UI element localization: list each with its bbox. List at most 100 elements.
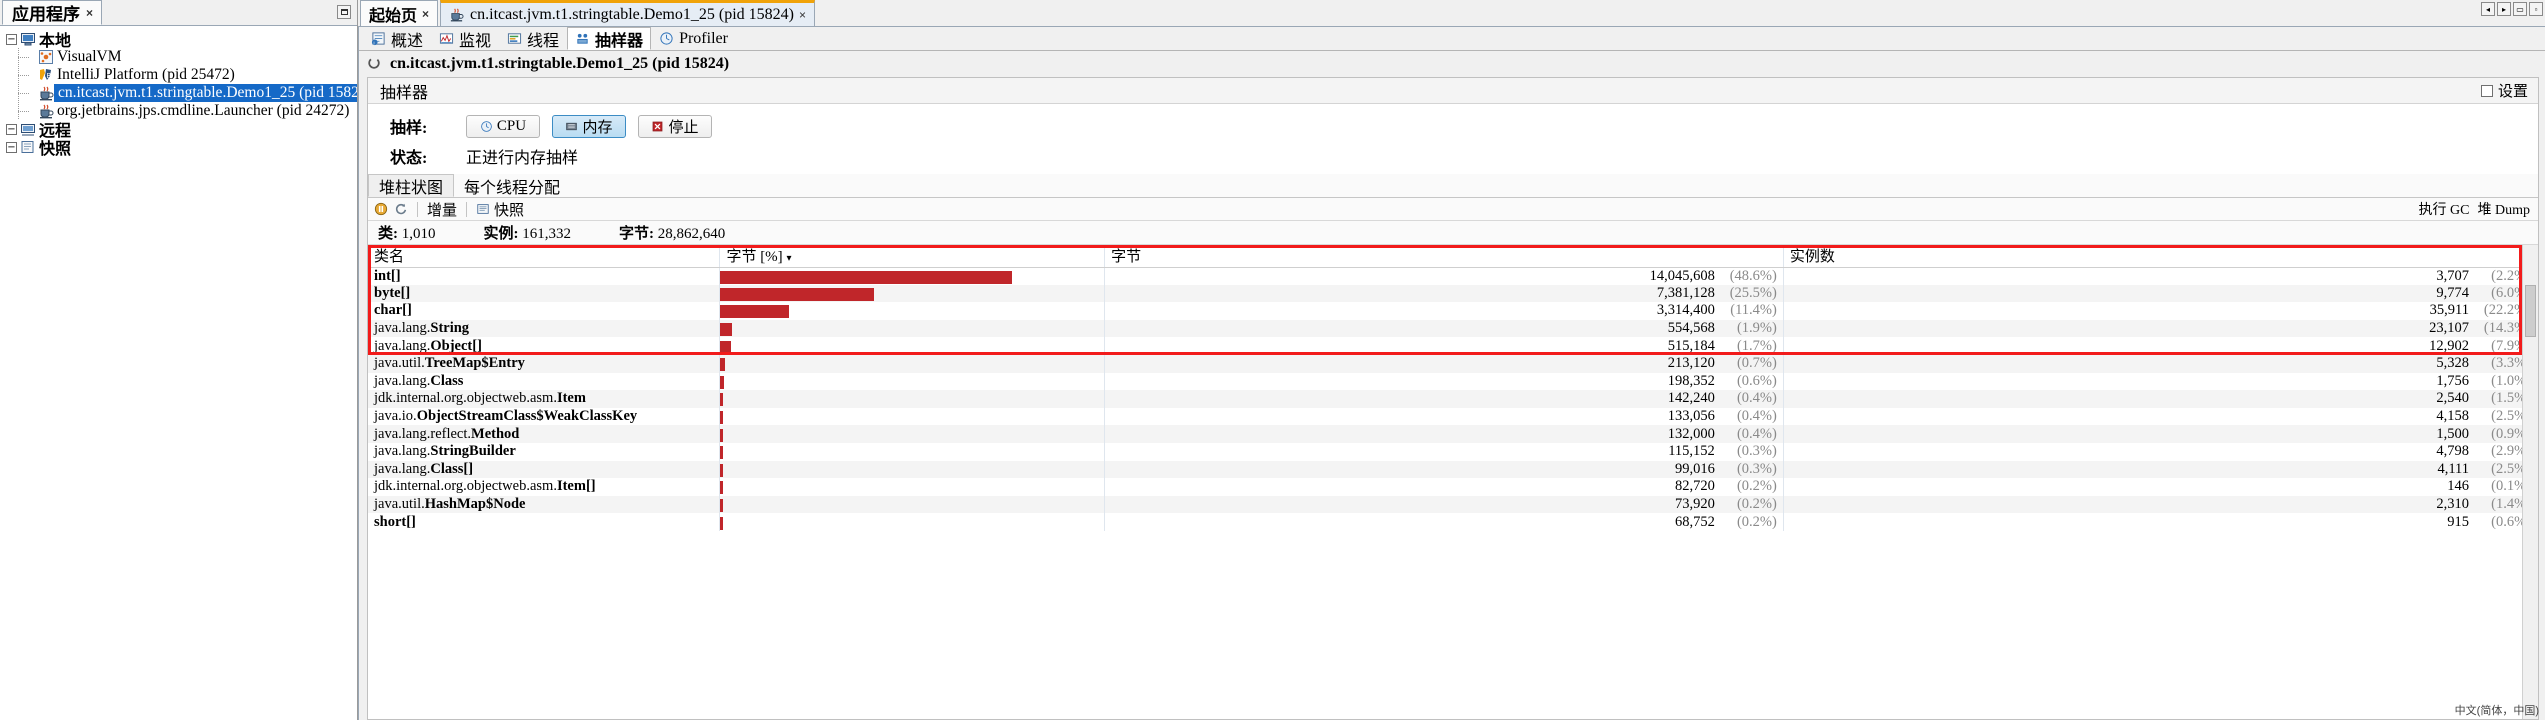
bytes-percent: (0.4%) — [1736, 425, 1777, 442]
subtab-monitor-label: 监视 — [459, 33, 492, 50]
heap-histogram-table-container[interactable]: 类名 字节 [%] ▾ 字节 实例数 int[] 14,045,608 (48.6%… — [368, 245, 2538, 719]
scroll-right-icon[interactable]: ▸ — [2497, 2, 2511, 16]
heap-histogram-table: 类名 字节 [%] ▾ 字节 实例数 int[] 14,045,608 (48.6%… — [368, 245, 2538, 531]
table-row[interactable]: java.lang.Object[] 515,184 (1.7%) 12,902 (7.… — [368, 337, 2538, 355]
class-simple-name: char[] — [374, 302, 412, 319]
tree-node-visualvm[interactable]: VisualVM — [2, 48, 357, 66]
heap-dump-button[interactable]: 堆 Dump — [2478, 199, 2531, 219]
cpu-sample-button[interactable]: CPU — [466, 114, 540, 138]
col-header-class-name-label: 类名 — [374, 249, 405, 266]
cell-bytes-bar — [719, 354, 1106, 373]
snapshot-button[interactable]: 快照 — [476, 199, 524, 220]
tree-node-snapshots[interactable]: − 快照 — [2, 138, 357, 158]
instances-value: 2,540 — [2436, 390, 2469, 407]
cell-instances: 23,107 (14.3%) — [1783, 319, 2538, 338]
maximize-icon[interactable]: ▭ — [2513, 2, 2527, 16]
table-row[interactable]: short[] 68,752 (0.2%) 915 (0.6%) — [368, 513, 2538, 531]
settings-toggle[interactable]: 设置 — [2480, 80, 2528, 101]
close-icon[interactable]: × — [799, 8, 806, 22]
settings-checkbox[interactable] — [2480, 84, 2493, 97]
bytes-value: 132,000 — [1667, 425, 1715, 442]
col-header-bytes[interactable]: 字节 — [1104, 245, 1784, 268]
cell-bytes: 7,381,128 (25.5%) — [1104, 284, 1784, 303]
class-package: java.lang. — [374, 443, 431, 460]
bytes-value: 3,314,400 — [1656, 302, 1715, 319]
scroll-left-icon[interactable]: ◂ — [2481, 2, 2495, 16]
restore-icon[interactable]: ▫ — [2529, 2, 2543, 16]
col-header-bytes-pct[interactable]: 字节 [%] ▾ — [719, 245, 1106, 268]
tree-node-intellij[interactable]: B IntelliJ Platform (pid 25472) — [2, 66, 357, 84]
table-row[interactable]: java.lang.reflect.Method 132,000 (0.4%) 1,5… — [368, 425, 2538, 443]
subtab-profiler[interactable]: Profiler — [651, 27, 736, 50]
cell-class-name: java.util.TreeMap$Entry — [368, 354, 721, 373]
refresh-icon[interactable] — [394, 202, 408, 216]
bytes-percent-bar — [720, 428, 723, 442]
memory-sample-button[interactable]: 内存 — [552, 114, 626, 138]
table-row[interactable]: java.lang.Class 198,352 (0.6%) 1,756 (1.0%) — [368, 372, 2538, 391]
monitor-icon — [439, 31, 455, 47]
tab-per-thread-allocation[interactable]: 每个线程分配 — [454, 174, 570, 197]
table-row[interactable]: java.util.TreeMap$Entry 213,120 (0.7%) 5,32… — [368, 354, 2538, 373]
cell-bytes: 554,568 (1.9%) — [1104, 319, 1784, 338]
cell-bytes: 82,720 (0.2%) — [1104, 478, 1784, 496]
stat-instances-value: 161,332 — [522, 226, 571, 242]
subtab-sampler[interactable]: 抽样器 — [567, 27, 652, 50]
tree-node-local[interactable]: − 本地 — [2, 30, 357, 50]
tree-node-demo1-25[interactable]: cn.itcast.jvm.t1.stringtable.Demo1_25 (p… — [2, 84, 357, 102]
table-row[interactable]: jdk.internal.org.objectweb.asm.Item 142,2… — [368, 390, 2538, 408]
pause-icon[interactable] — [374, 202, 388, 216]
tab-demo1-25[interactable]: cn.itcast.jvm.t1.stringtable.Demo1_25 (p… — [440, 0, 815, 26]
left-tabstrip: 应用程序 × — [0, 0, 357, 26]
bytes-percent: (0.2%) — [1736, 496, 1777, 513]
status-label: 状态: — [390, 150, 428, 167]
table-row[interactable]: jdk.internal.org.objectweb.asm.Item[] 82,… — [368, 478, 2538, 496]
table-row[interactable]: char[] 3,314,400 (11.4%) 35,911 (22.2%) — [368, 302, 2538, 320]
col-header-instances[interactable]: 实例数 — [1783, 245, 2538, 268]
col-header-class-name[interactable]: 类名 — [368, 245, 721, 268]
instances-value: 2,310 — [2436, 496, 2469, 513]
subtab-overview[interactable]: i 概述 — [363, 27, 431, 50]
collapse-icon[interactable]: − — [6, 123, 17, 135]
cell-bytes-bar — [719, 337, 1106, 355]
bytes-percent-bar — [720, 481, 723, 495]
table-row[interactable]: byte[] 7,381,128 (25.5%) 9,774 (6.0%) — [368, 284, 2538, 303]
table-row[interactable]: java.lang.String 554,568 (1.9%) 23,107 (14.3… — [368, 319, 2538, 338]
cell-bytes: 14,045,608 (48.6%) — [1104, 267, 1784, 285]
table-row[interactable]: java.io.ObjectStreamClass$WeakClassKey 13… — [368, 407, 2538, 426]
tab-heap-histogram[interactable]: 堆柱状图 — [368, 174, 455, 197]
cpu-clock-icon — [480, 120, 493, 133]
subtab-threads[interactable]: 线程 — [499, 27, 567, 50]
instances-value: 35,911 — [2429, 302, 2469, 319]
instances-value: 4,158 — [2436, 408, 2469, 425]
scrollbar-thumb[interactable] — [2525, 285, 2536, 337]
table-row[interactable]: java.lang.StringBuilder 115,152 (0.3%) 4,79… — [368, 442, 2538, 461]
tab-start-page[interactable]: 起始页 × — [360, 0, 439, 26]
collapse-icon[interactable]: − — [6, 33, 17, 45]
table-row[interactable]: java.util.HashMap$Node 73,920 (0.2%) 2,310(… — [368, 495, 2538, 514]
close-icon[interactable]: × — [86, 6, 93, 20]
class-package: java.lang. — [374, 372, 431, 389]
run-gc-button[interactable]: 执行 GC — [2419, 199, 2470, 219]
table-vertical-scrollbar[interactable] — [2522, 245, 2538, 719]
memory-icon — [565, 120, 578, 133]
col-header-bytes-label: 字节 — [1111, 249, 1142, 266]
table-row[interactable]: java.lang.Class[] 99,016 (0.3%) 4,111 (2.5%) — [368, 460, 2538, 479]
status-bar-text: 中文(简体，中国) — [2454, 705, 2539, 717]
cell-class-name: java.lang.String — [368, 319, 721, 338]
profiler-icon — [659, 31, 675, 47]
svg-text:i: i — [373, 40, 374, 45]
subtab-monitor[interactable]: 监视 — [431, 27, 499, 50]
bytes-percent: (11.4%) — [1730, 302, 1777, 319]
minimize-icon[interactable] — [337, 5, 351, 19]
collapse-icon[interactable]: − — [6, 141, 17, 153]
applications-panel: 应用程序 × − 本地 VisualVM B IntelliJ Platform… — [0, 0, 358, 720]
close-icon[interactable]: × — [422, 7, 429, 21]
applications-tree[interactable]: − 本地 VisualVM B IntelliJ Platform (pid 2… — [0, 26, 357, 720]
table-row[interactable]: int[] 14,045,608 (48.6%) 3,707 (2.2%) — [368, 267, 2538, 285]
stop-sample-button[interactable]: 停止 — [638, 114, 712, 138]
class-package: java.lang. — [374, 337, 431, 354]
delta-button[interactable]: 增量 — [427, 199, 457, 220]
tab-applications[interactable]: 应用程序 × — [2, 0, 103, 25]
cell-bytes-bar — [719, 442, 1106, 461]
cell-class-name: java.io.ObjectStreamClass$WeakClassKey — [368, 407, 721, 426]
